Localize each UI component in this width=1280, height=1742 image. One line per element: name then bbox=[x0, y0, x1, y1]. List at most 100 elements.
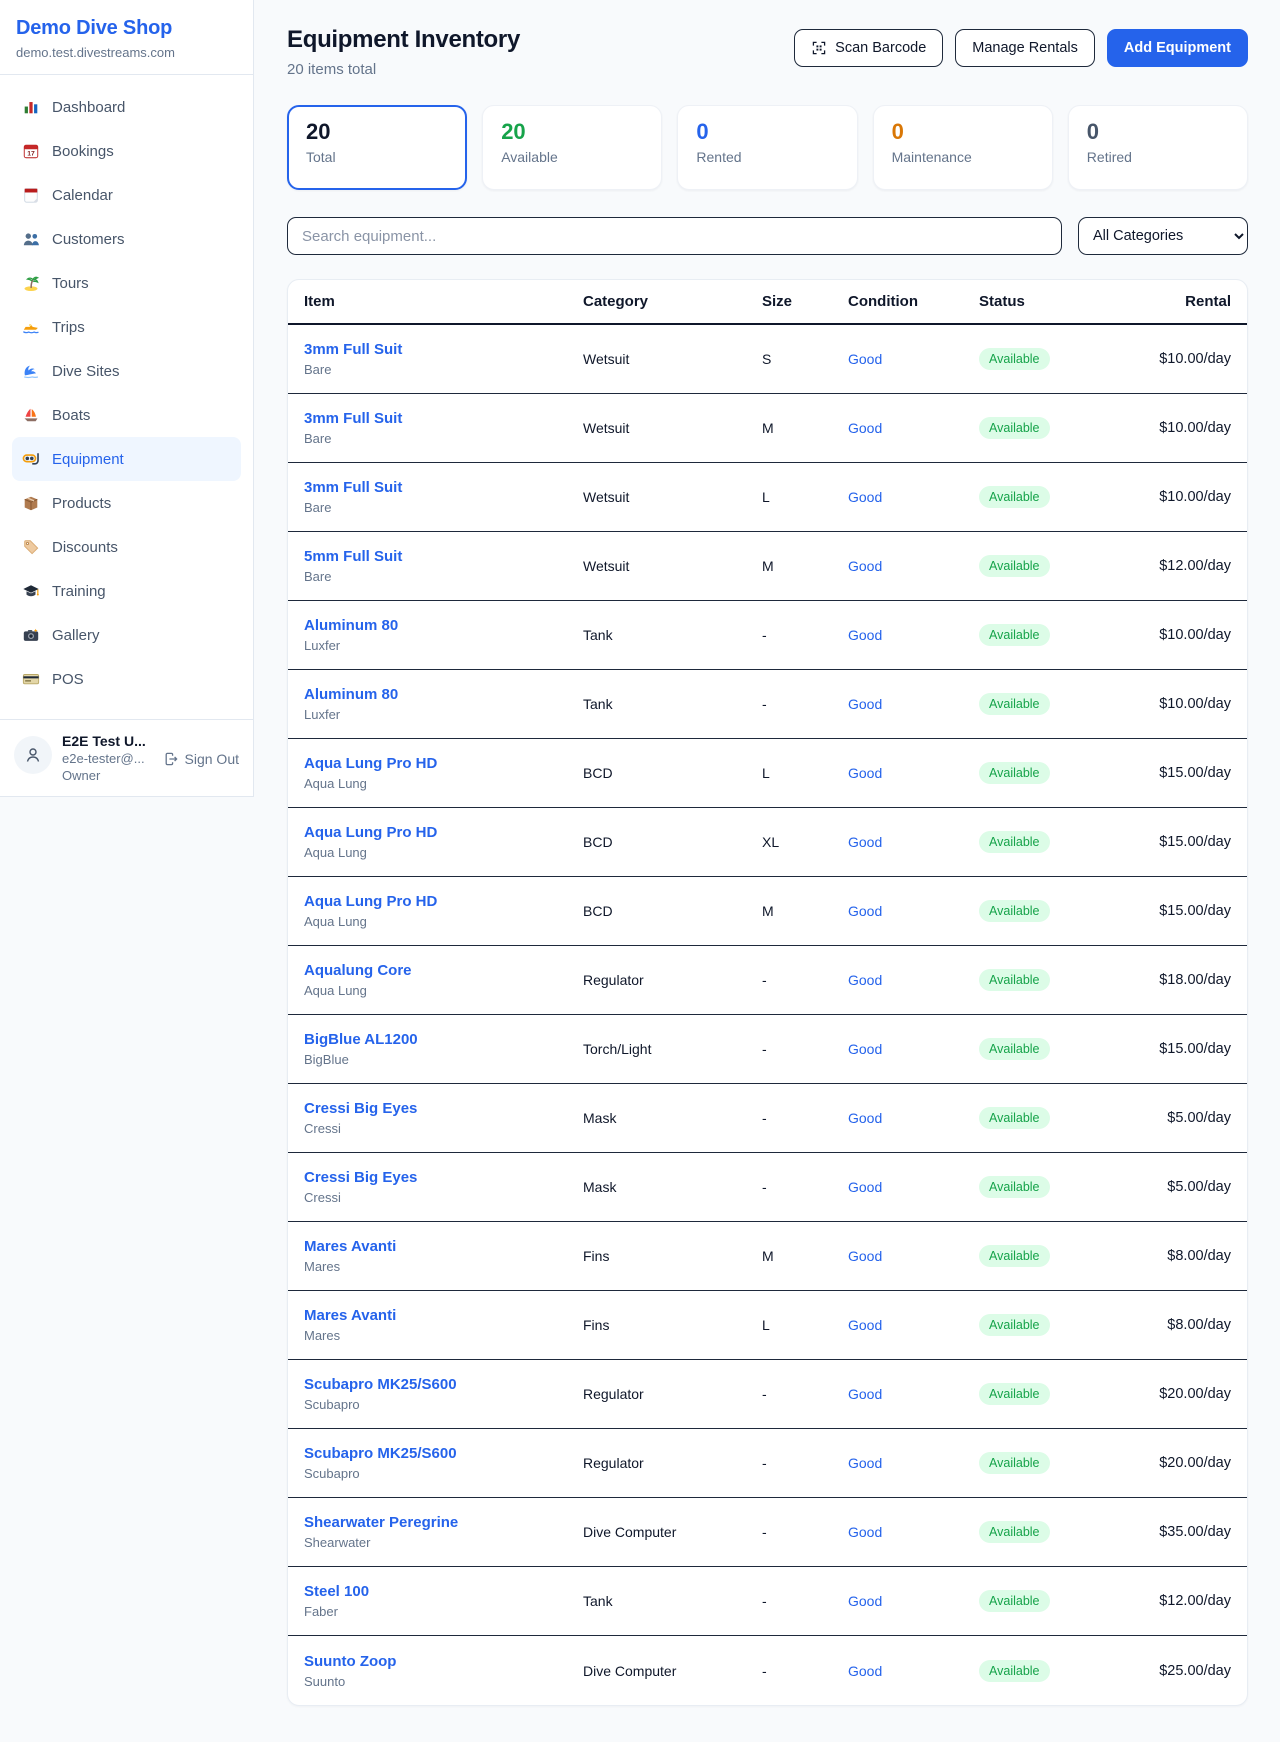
status-badge: Available bbox=[979, 1107, 1050, 1129]
stat-card-maintenance[interactable]: 0 Maintenance bbox=[873, 105, 1053, 190]
item-condition-link[interactable]: Good bbox=[848, 1386, 979, 1402]
scan-barcode-button[interactable]: Scan Barcode bbox=[794, 29, 943, 67]
status-badge: Available bbox=[979, 831, 1050, 853]
table-row: Suunto Zoop Suunto Dive Computer - Good … bbox=[288, 1636, 1247, 1705]
status-badge: Available bbox=[979, 417, 1050, 439]
table-row: Mares Avanti Mares Fins M Good Available… bbox=[288, 1222, 1247, 1291]
item-name-link[interactable]: 3mm Full Suit bbox=[304, 479, 583, 496]
item-brand: Aqua Lung bbox=[304, 983, 583, 998]
sign-out-label: Sign Out bbox=[185, 751, 239, 767]
item-name-link[interactable]: Cressi Big Eyes bbox=[304, 1100, 583, 1117]
item-name-link[interactable]: Scubapro MK25/S600 bbox=[304, 1445, 583, 1462]
item-condition-link[interactable]: Good bbox=[848, 489, 979, 505]
item-name-link[interactable]: Mares Avanti bbox=[304, 1238, 583, 1255]
item-brand: Cressi bbox=[304, 1121, 583, 1136]
sidebar-item-boats[interactable]: Boats bbox=[12, 393, 241, 437]
item-condition-link[interactable]: Good bbox=[848, 696, 979, 712]
table-row: Aluminum 80 Luxfer Tank - Good Available… bbox=[288, 601, 1247, 670]
item-name-link[interactable]: 3mm Full Suit bbox=[304, 410, 583, 427]
search-input[interactable] bbox=[287, 217, 1062, 255]
tearoff-calendar-icon bbox=[22, 186, 40, 204]
item-rental-rate: $15.00/day bbox=[1129, 1041, 1231, 1057]
sidebar-item-equipment[interactable]: Equipment bbox=[12, 437, 241, 481]
item-condition-link[interactable]: Good bbox=[848, 834, 979, 850]
sidebar: Demo Dive Shop demo.test.divestreams.com… bbox=[0, 0, 254, 797]
sidebar-item-training[interactable]: Training bbox=[12, 569, 241, 613]
sidebar-item-dashboard[interactable]: Dashboard bbox=[12, 85, 241, 129]
sidebar-item-trips[interactable]: Trips bbox=[12, 305, 241, 349]
user-name: E2E Test U... bbox=[62, 733, 146, 749]
item-name-link[interactable]: Aqua Lung Pro HD bbox=[304, 893, 583, 910]
sidebar-item-label: Dashboard bbox=[52, 99, 125, 116]
add-equipment-button[interactable]: Add Equipment bbox=[1107, 29, 1248, 67]
item-condition-link[interactable]: Good bbox=[848, 1663, 979, 1679]
item-condition-link[interactable]: Good bbox=[848, 1455, 979, 1471]
sidebar-item-customers[interactable]: Customers bbox=[12, 217, 241, 261]
stat-card-available[interactable]: 20 Available bbox=[482, 105, 662, 190]
item-condition-link[interactable]: Good bbox=[848, 1179, 979, 1195]
stat-value: 20 bbox=[501, 119, 643, 145]
filter-row: All Categories bbox=[287, 217, 1248, 255]
item-name-link[interactable]: BigBlue AL1200 bbox=[304, 1031, 583, 1048]
table-row: Steel 100 Faber Tank - Good Available $1… bbox=[288, 1567, 1247, 1636]
item-condition-link[interactable]: Good bbox=[848, 420, 979, 436]
item-brand: Shearwater bbox=[304, 1535, 583, 1550]
category-filter-select[interactable]: All Categories bbox=[1078, 217, 1248, 255]
item-name-link[interactable]: Aqua Lung Pro HD bbox=[304, 824, 583, 841]
sidebar-item-label: Gallery bbox=[52, 627, 100, 644]
sidebar-item-dive-sites[interactable]: Dive Sites bbox=[12, 349, 241, 393]
column-header-status: Status bbox=[979, 293, 1129, 310]
calendar-date-icon: 17 bbox=[22, 142, 40, 160]
item-condition-link[interactable]: Good bbox=[848, 1248, 979, 1264]
item-name-link[interactable]: 5mm Full Suit bbox=[304, 548, 583, 565]
item-condition-link[interactable]: Good bbox=[848, 1593, 979, 1609]
sign-out-button[interactable]: Sign Out bbox=[163, 751, 239, 767]
item-name-link[interactable]: Aqualung Core bbox=[304, 962, 583, 979]
item-name-link[interactable]: Aluminum 80 bbox=[304, 686, 583, 703]
sidebar-item-tours[interactable]: Tours bbox=[12, 261, 241, 305]
item-condition-link[interactable]: Good bbox=[848, 351, 979, 367]
stat-card-retired[interactable]: 0 Retired bbox=[1068, 105, 1248, 190]
item-name-link[interactable]: Scubapro MK25/S600 bbox=[304, 1376, 583, 1393]
stat-card-rented[interactable]: 0 Rented bbox=[677, 105, 857, 190]
item-name-link[interactable]: Mares Avanti bbox=[304, 1307, 583, 1324]
table-row: Aqua Lung Pro HD Aqua Lung BCD L Good Av… bbox=[288, 739, 1247, 808]
item-category: Torch/Light bbox=[583, 1041, 762, 1057]
manage-rentals-button[interactable]: Manage Rentals bbox=[955, 29, 1095, 67]
item-name-link[interactable]: Steel 100 bbox=[304, 1583, 583, 1600]
item-condition-link[interactable]: Good bbox=[848, 765, 979, 781]
item-condition-link[interactable]: Good bbox=[848, 1317, 979, 1333]
item-condition-link[interactable]: Good bbox=[848, 1110, 979, 1126]
user-role: Owner bbox=[62, 768, 146, 783]
item-category: Wetsuit bbox=[583, 558, 762, 574]
item-name-link[interactable]: 3mm Full Suit bbox=[304, 341, 583, 358]
sidebar-item-products[interactable]: Products bbox=[12, 481, 241, 525]
sidebar-item-calendar[interactable]: Calendar bbox=[12, 173, 241, 217]
item-condition-link[interactable]: Good bbox=[848, 627, 979, 643]
sidebar-item-gallery[interactable]: Gallery bbox=[12, 613, 241, 657]
item-size: M bbox=[762, 903, 848, 919]
item-size: M bbox=[762, 420, 848, 436]
item-size: - bbox=[762, 1593, 848, 1609]
stat-card-total[interactable]: 20 Total bbox=[287, 105, 467, 190]
item-size: - bbox=[762, 1663, 848, 1679]
item-brand: Faber bbox=[304, 1604, 583, 1619]
item-name-link[interactable]: Aluminum 80 bbox=[304, 617, 583, 634]
status-badge: Available bbox=[979, 1590, 1050, 1612]
item-category: Mask bbox=[583, 1110, 762, 1126]
item-condition-link[interactable]: Good bbox=[848, 972, 979, 988]
sidebar-item-discounts[interactable]: Discounts bbox=[12, 525, 241, 569]
item-name-link[interactable]: Cressi Big Eyes bbox=[304, 1169, 583, 1186]
item-condition-link[interactable]: Good bbox=[848, 558, 979, 574]
item-condition-link[interactable]: Good bbox=[848, 1524, 979, 1540]
item-rental-rate: $10.00/day bbox=[1129, 351, 1231, 367]
item-name-link[interactable]: Shearwater Peregrine bbox=[304, 1514, 583, 1531]
item-name-link[interactable]: Suunto Zoop bbox=[304, 1653, 583, 1670]
status-badge: Available bbox=[979, 1314, 1050, 1336]
sidebar-item-bookings[interactable]: 17 Bookings bbox=[12, 129, 241, 173]
item-size: - bbox=[762, 1041, 848, 1057]
item-condition-link[interactable]: Good bbox=[848, 1041, 979, 1057]
item-condition-link[interactable]: Good bbox=[848, 903, 979, 919]
item-name-link[interactable]: Aqua Lung Pro HD bbox=[304, 755, 583, 772]
sidebar-item-pos[interactable]: POS bbox=[12, 657, 241, 701]
